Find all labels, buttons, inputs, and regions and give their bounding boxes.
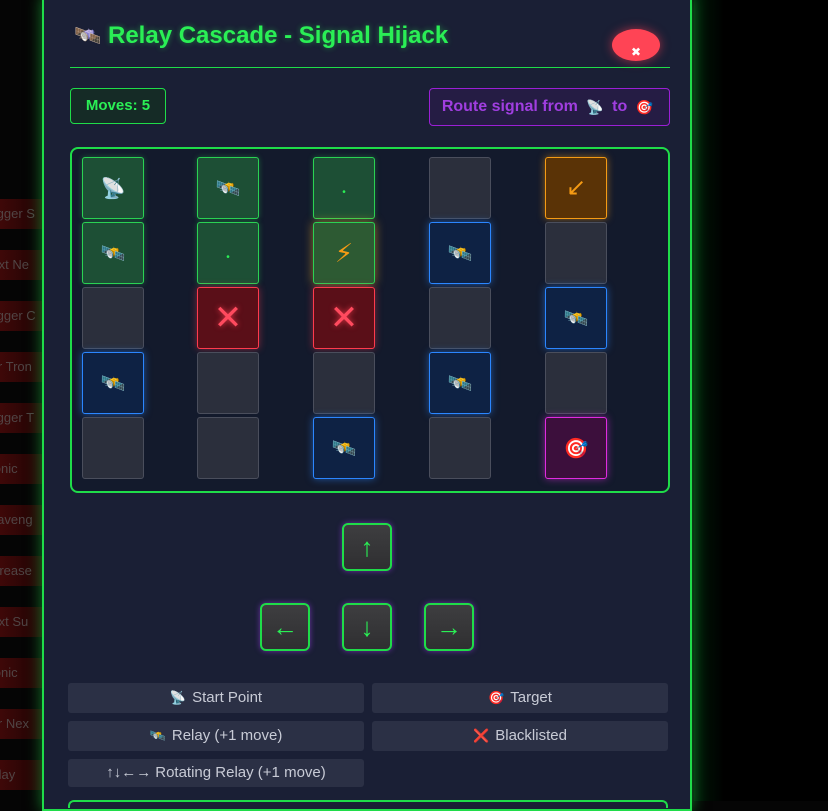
dot-icon: • bbox=[226, 252, 230, 263]
legend-rotating: ↑↓←→ Rotating Relay (+1 move) bbox=[68, 759, 364, 787]
legend-rotating-label: Rotating Relay (+1 move) bbox=[155, 764, 326, 781]
empty-cell[interactable] bbox=[197, 352, 259, 414]
empty-cell[interactable] bbox=[429, 287, 491, 349]
empty-cell[interactable] bbox=[545, 352, 607, 414]
next-panel-edge bbox=[68, 800, 668, 808]
relay-cell[interactable]: 🛰️ bbox=[545, 287, 607, 349]
rotating-relay-cell[interactable]: ↙ bbox=[545, 157, 607, 219]
instruction-prefix: Route signal from bbox=[441, 98, 578, 115]
legend-start: 📡 Start Point bbox=[68, 683, 364, 713]
empty-cell[interactable] bbox=[197, 417, 259, 479]
empty-cell[interactable] bbox=[313, 352, 375, 414]
empty-cell[interactable] bbox=[82, 287, 144, 349]
empty-cell[interactable] bbox=[82, 417, 144, 479]
cross-icon: ❌ bbox=[473, 728, 490, 743]
relay-cell[interactable]: 🛰️ bbox=[313, 417, 375, 479]
relay-cell[interactable]: 🛰️ bbox=[82, 352, 144, 414]
background-right-panel bbox=[694, 0, 828, 801]
game-modal: 🛰️ Relay Cascade - Signal Hijack ✖ Moves… bbox=[42, 0, 692, 811]
move-down-button[interactable]: ↓ bbox=[342, 603, 392, 651]
relay-cell[interactable]: 🛰️ bbox=[429, 352, 491, 414]
path-cell[interactable]: • bbox=[197, 222, 259, 284]
game-board: 📡 🛰️ • ↙ 🛰️ • ⚡ 🛰️ ✕ ✕ 🛰️ 🛰️ 🛰️ 🛰️ 🎯 bbox=[70, 147, 670, 493]
empty-cell[interactable] bbox=[545, 222, 607, 284]
antenna-icon: 📡 bbox=[586, 99, 604, 115]
legend-blacklisted-label: Blacklisted bbox=[495, 727, 567, 744]
path-cell[interactable]: • bbox=[313, 157, 375, 219]
target-icon: 🎯 bbox=[635, 99, 654, 115]
satellite-icon: 🛰️ bbox=[447, 373, 473, 395]
modal-header: 🛰️ Relay Cascade - Signal Hijack ✖ bbox=[70, 16, 668, 66]
move-up-button[interactable]: ↑ bbox=[342, 523, 392, 571]
antenna-icon: 📡 bbox=[100, 178, 126, 200]
arrow-down-left-icon: ↙ bbox=[565, 174, 587, 201]
instruction-middle: to bbox=[612, 98, 628, 115]
target-icon: 🎯 bbox=[563, 438, 589, 460]
close-icon: ✖ bbox=[630, 45, 642, 59]
legend-blacklisted: ❌ Blacklisted bbox=[372, 721, 668, 751]
satellite-icon: 🛰️ bbox=[100, 373, 126, 395]
legend-start-label: Start Point bbox=[192, 689, 263, 706]
cross-icon: ✕ bbox=[329, 299, 359, 337]
satellite-icon: 🛰️ bbox=[74, 23, 102, 48]
antenna-icon: 📡 bbox=[169, 690, 187, 705]
legend-target: 🎯 Target bbox=[372, 683, 668, 713]
target-cell[interactable]: 🎯 bbox=[545, 417, 607, 479]
lightning-icon: ⚡ bbox=[334, 238, 354, 268]
satellite-icon: 🛰️ bbox=[331, 438, 357, 460]
blacklisted-cell[interactable]: ✕ bbox=[313, 287, 375, 349]
moves-counter: Moves: 5 bbox=[70, 88, 166, 124]
header-divider bbox=[70, 67, 670, 68]
dot-icon: • bbox=[342, 187, 346, 198]
satellite-icon: 🛰️ bbox=[215, 178, 241, 200]
empty-cell[interactable] bbox=[429, 157, 491, 219]
empty-cell[interactable] bbox=[429, 417, 491, 479]
satellite-icon: 🛰️ bbox=[100, 243, 126, 265]
path-cell[interactable]: 🛰️ bbox=[82, 222, 144, 284]
legend-relay: 🛰️ Relay (+1 move) bbox=[68, 721, 364, 751]
cross-icon: ✕ bbox=[213, 299, 243, 337]
legend-target-label: Target bbox=[510, 689, 552, 706]
relay-cell[interactable]: 🛰️ bbox=[429, 222, 491, 284]
path-cell[interactable]: 📡 bbox=[82, 157, 144, 219]
move-left-button[interactable]: ← bbox=[260, 603, 310, 651]
active-relay-cell[interactable]: ⚡ bbox=[313, 222, 375, 284]
path-cell[interactable]: 🛰️ bbox=[197, 157, 259, 219]
target-icon: 🎯 bbox=[488, 690, 505, 705]
move-right-button[interactable]: → bbox=[424, 603, 474, 651]
satellite-icon: 🛰️ bbox=[563, 308, 589, 330]
modal-title: Relay Cascade - Signal Hijack bbox=[108, 22, 449, 49]
arrows-icon: ↑↓←→ bbox=[106, 764, 152, 781]
instruction-banner: Route signal from 📡 to 🎯 bbox=[429, 88, 670, 126]
legend-relay-label: Relay (+1 move) bbox=[171, 727, 283, 744]
satellite-icon: 🛰️ bbox=[447, 243, 473, 265]
blacklisted-cell[interactable]: ✕ bbox=[197, 287, 259, 349]
satellite-icon: 🛰️ bbox=[149, 728, 166, 743]
close-button[interactable]: ✖ bbox=[612, 29, 660, 61]
